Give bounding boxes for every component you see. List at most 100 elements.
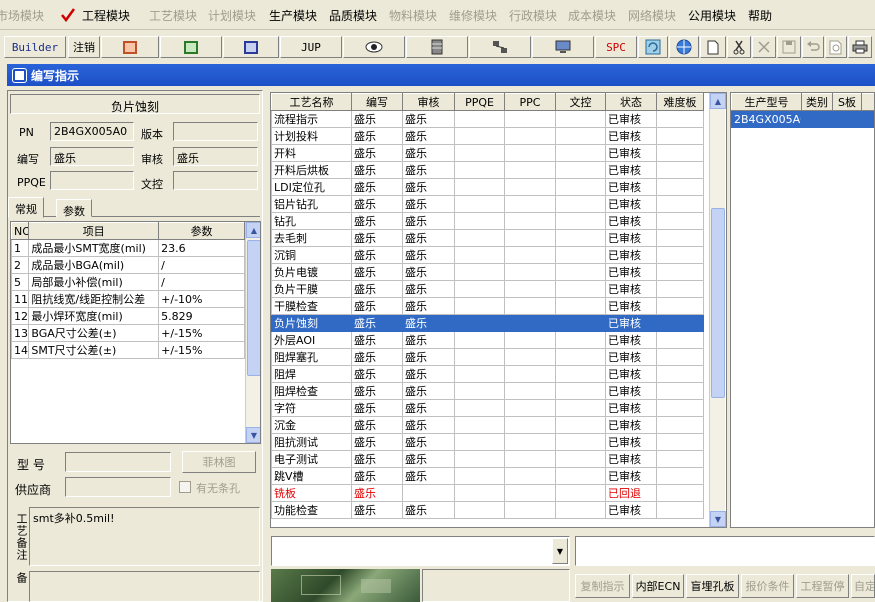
model-field[interactable] [65, 452, 171, 472]
chevron-down-icon[interactable]: ▼ [552, 538, 568, 564]
tab-general[interactable]: 常规 [8, 197, 44, 218]
process-header-3[interactable]: PPQE [454, 93, 505, 111]
process-row[interactable]: 阻焊塞孔 盛乐 盛乐 已审核 [271, 348, 704, 366]
prod-header-category[interactable]: 类别 [801, 93, 833, 111]
new-button[interactable] [700, 36, 726, 58]
version-field[interactable] [173, 122, 258, 141]
print-button[interactable] [848, 36, 872, 58]
supplier-field[interactable] [65, 477, 171, 497]
param-row[interactable]: 5 局部最小补偿(mil) / [11, 273, 245, 291]
cut-button[interactable] [727, 36, 751, 58]
film-button[interactable]: 菲林图 [182, 451, 256, 473]
view-button[interactable] [343, 36, 405, 58]
process-header-5[interactable]: 文控 [555, 93, 606, 111]
process-row[interactable]: 电子测试 盛乐 盛乐 已审核 [271, 450, 704, 468]
process-row[interactable]: 阻焊检查 盛乐 盛乐 已审核 [271, 382, 704, 400]
menu-engineering[interactable]: 工程模块 [82, 7, 130, 24]
process-header-1[interactable]: 编写 [351, 93, 403, 111]
internal-ecn-button[interactable]: 内部ECN [632, 574, 684, 598]
powerpoint-button[interactable] [101, 36, 159, 58]
doc-control-field[interactable] [173, 171, 258, 190]
builder-button[interactable]: Builder [4, 36, 66, 58]
process-row[interactable]: 干膜检查 盛乐 盛乐 已审核 [271, 297, 704, 315]
process-row[interactable]: 负片干膜 盛乐 盛乐 已审核 [271, 280, 704, 298]
process-row[interactable]: 功能检查 盛乐 盛乐 已审核 [271, 501, 704, 519]
menu-common[interactable]: 公用模块 [688, 7, 736, 24]
process-row[interactable]: 流程指示 盛乐 盛乐 已审核 [271, 110, 704, 128]
review-field[interactable]: 盛乐 [173, 147, 258, 166]
process-row[interactable]: 沉金 盛乐 盛乐 已审核 [271, 416, 704, 434]
copy-instruction-button[interactable]: 复制指示 [575, 574, 630, 598]
process-row[interactable]: LDI定位孔 盛乐 盛乐 已审核 [271, 178, 704, 196]
scroll-thumb[interactable] [247, 240, 260, 376]
browser-button[interactable] [669, 36, 699, 58]
process-scrollbar[interactable]: ▲ ▼ [709, 93, 726, 527]
menu-process[interactable]: 工艺模块 [149, 7, 197, 24]
process-header-6[interactable]: 状态 [605, 93, 657, 111]
param-header-item[interactable]: 项目 [28, 222, 160, 240]
process-row[interactable]: 负片电镀 盛乐 盛乐 已审核 [271, 263, 704, 281]
tab-params[interactable]: 参数 [56, 199, 92, 218]
computer-button[interactable] [532, 36, 594, 58]
menu-market[interactable]: 市场模块 [0, 7, 44, 24]
scroll-up-icon[interactable]: ▲ [710, 93, 726, 109]
jup-button[interactable]: JUP [280, 36, 342, 58]
menu-production[interactable]: 生产模块 [269, 7, 317, 24]
pn-field[interactable]: 2B4GX005A0 [50, 122, 134, 141]
prod-header-model[interactable]: 生产型号 [731, 93, 802, 111]
param-row[interactable]: 12 最小焊环宽度(mil) 5.829 [11, 307, 245, 325]
param-scrollbar[interactable]: ▲ ▼ [245, 222, 260, 443]
quote-condition-button[interactable]: 报价条件 [741, 574, 794, 598]
engineering-pause-button[interactable]: 工程暂停 [796, 574, 849, 598]
process-row[interactable]: 负片蚀刻 盛乐 盛乐 已审核 [271, 314, 704, 332]
excel-button[interactable] [160, 36, 222, 58]
scroll-down-icon[interactable]: ▼ [710, 511, 726, 527]
delete-button[interactable] [752, 36, 776, 58]
menu-quality[interactable]: 品质模块 [329, 7, 377, 24]
spc-button[interactable]: SPC [595, 36, 637, 58]
prod-header-s[interactable]: S板 [832, 93, 862, 111]
process-row[interactable]: 沉铜 盛乐 盛乐 已审核 [271, 246, 704, 264]
production-row[interactable]: 2B4GX005A0 [731, 110, 874, 128]
process-row[interactable]: 阻抗测试 盛乐 盛乐 已审核 [271, 433, 704, 451]
process-row[interactable]: 计划投料 盛乐 盛乐 已审核 [271, 127, 704, 145]
process-header-2[interactable]: 审核 [402, 93, 455, 111]
model-note-field[interactable] [29, 571, 260, 602]
scroll-up-icon[interactable]: ▲ [246, 222, 260, 238]
ppqe-field[interactable] [50, 171, 134, 190]
param-row[interactable]: 2 成品最小BGA(mil) / [11, 256, 245, 274]
param-row[interactable]: 14 SMT尺寸公差(±) +/-15% [11, 341, 245, 359]
scroll-down-icon[interactable]: ▼ [246, 427, 260, 443]
menu-admin[interactable]: 行政模块 [509, 7, 557, 24]
process-row[interactable]: 去毛刺 盛乐 盛乐 已审核 [271, 229, 704, 247]
network-button[interactable] [469, 36, 531, 58]
preview-button[interactable] [825, 36, 847, 58]
menu-plan[interactable]: 计划模块 [208, 7, 256, 24]
menu-help[interactable]: 帮助 [748, 7, 772, 24]
param-header-value[interactable]: 参数 [158, 222, 245, 240]
param-row[interactable]: 13 BGA尺寸公差(±) +/-15% [11, 324, 245, 342]
process-row[interactable]: 铣板 盛乐 已回退 [271, 484, 704, 502]
menu-maintenance[interactable]: 维修模块 [449, 7, 497, 24]
refresh-button[interactable] [638, 36, 668, 58]
note-field[interactable] [575, 536, 875, 566]
process-row[interactable]: 字符 盛乐 盛乐 已审核 [271, 399, 704, 417]
database-button[interactable] [406, 36, 468, 58]
process-row[interactable]: 铝片钻孔 盛乐 盛乐 已审核 [271, 195, 704, 213]
scroll-thumb[interactable] [711, 208, 725, 398]
menu-material[interactable]: 物料模块 [389, 7, 437, 24]
param-row[interactable]: 1 成品最小SMT宽度(mil) 23.6 [11, 239, 245, 257]
word-button[interactable] [223, 36, 279, 58]
blind-buried-hole-button[interactable]: 盲埋孔板 [686, 574, 739, 598]
save-button[interactable] [777, 36, 801, 58]
process-header-4[interactable]: PPC [504, 93, 556, 111]
undo-button[interactable] [802, 36, 824, 58]
menu-cost[interactable]: 成本模块 [568, 7, 616, 24]
remark-field[interactable]: smt多补0.5mil! [29, 507, 260, 566]
process-row[interactable]: 跳V槽 盛乐 盛乐 已审核 [271, 467, 704, 485]
process-header-7[interactable]: 难度板 [656, 93, 704, 111]
param-row[interactable]: 11 阻抗线宽/线距控制公差 +/-10% [11, 290, 245, 308]
process-row[interactable]: 外层AOI 盛乐 盛乐 已审核 [271, 331, 704, 349]
param-header-no[interactable]: NO [11, 222, 30, 240]
author-field[interactable]: 盛乐 [50, 147, 134, 166]
